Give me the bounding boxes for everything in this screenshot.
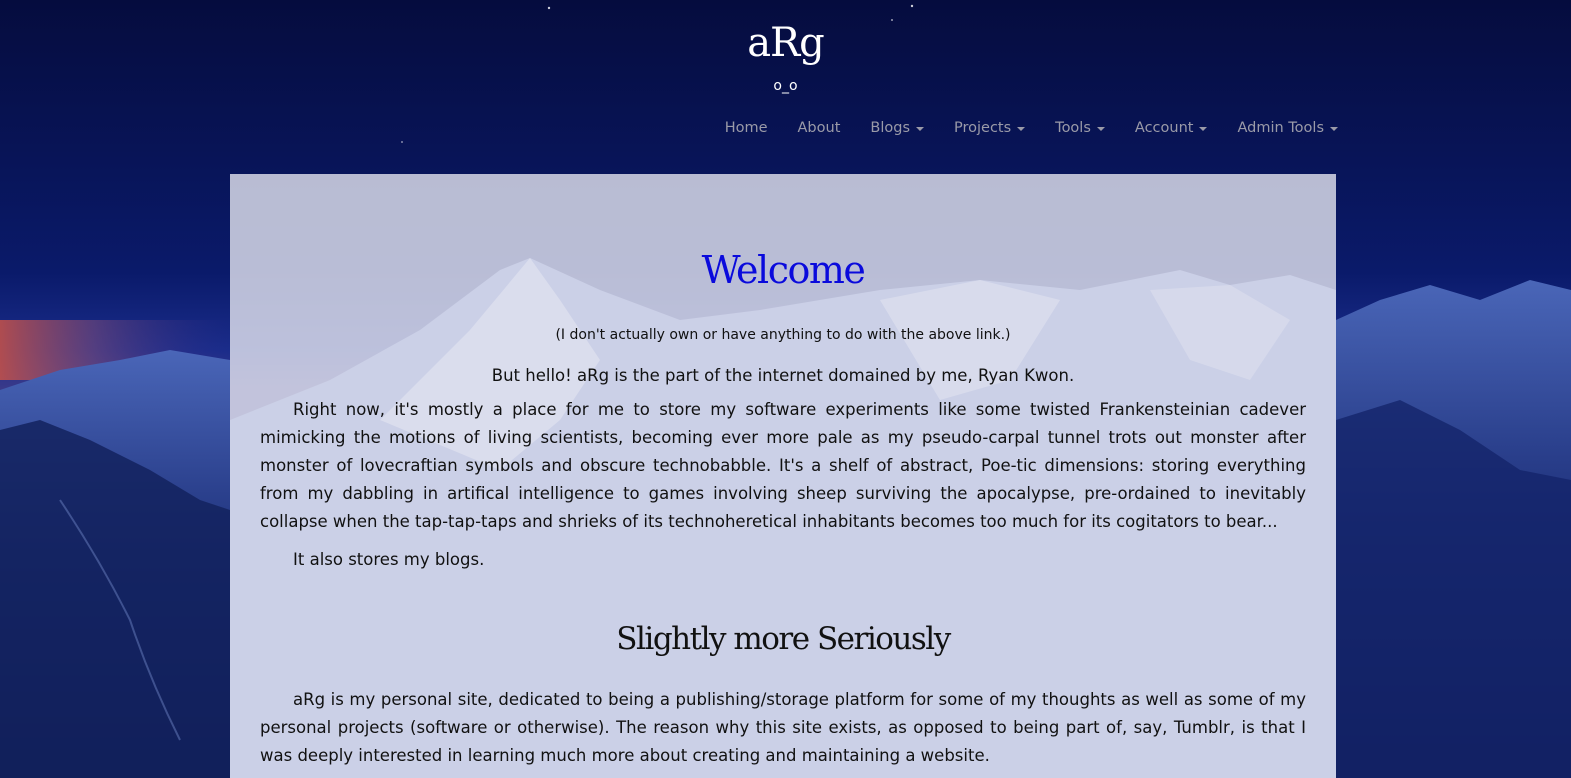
site-header: aRg o_o Home About Blogs Projects Tools … (0, 0, 1571, 170)
nav-projects-label: Projects (954, 120, 1012, 136)
main-nav: Home About Blogs Projects Tools Account … (710, 118, 1353, 138)
blogs-line: It also stores my blogs. (293, 550, 485, 569)
caret-down-icon (1199, 127, 1208, 131)
serious-paragraph: aRg is my personal site, dedicated to be… (260, 690, 1306, 765)
caret-down-icon (1096, 127, 1105, 131)
main-content-panel: Welcome (I don't actually own or have an… (230, 174, 1336, 778)
serious-heading: Slightly more Seriously (616, 621, 951, 657)
nav-projects-dropdown[interactable]: Projects (939, 118, 1040, 138)
nav-blogs-label: Blogs (870, 120, 910, 136)
caret-down-icon (916, 127, 924, 131)
site-title[interactable]: aRg (0, 20, 1571, 66)
nav-admin-tools-label: Admin Tools (1237, 120, 1324, 136)
nav-about[interactable]: About (783, 118, 856, 138)
nav-admin-tools-dropdown[interactable]: Admin Tools (1222, 118, 1353, 138)
nav-blogs-dropdown[interactable]: Blogs (855, 118, 939, 138)
welcome-heading[interactable]: Welcome (260, 248, 1306, 292)
nav-tools-dropdown[interactable]: Tools (1040, 118, 1120, 138)
intro-paragraph: Right now, it's mostly a place for me to… (260, 400, 1306, 531)
caret-down-icon (1017, 127, 1026, 131)
site-subtitle: o_o (773, 78, 798, 94)
nav-home[interactable]: Home (710, 118, 783, 138)
nav-home-label: Home (724, 120, 768, 136)
hello-text: But hello! aRg is the part of the intern… (491, 366, 1075, 385)
nav-account-label: Account (1134, 120, 1194, 136)
nav-about-label: About (797, 120, 841, 136)
link-disclaimer: (I don't actually own or have anything t… (555, 327, 1011, 343)
caret-down-icon (1330, 127, 1338, 131)
nav-account-dropdown[interactable]: Account (1120, 118, 1223, 138)
nav-tools-label: Tools (1055, 120, 1091, 136)
